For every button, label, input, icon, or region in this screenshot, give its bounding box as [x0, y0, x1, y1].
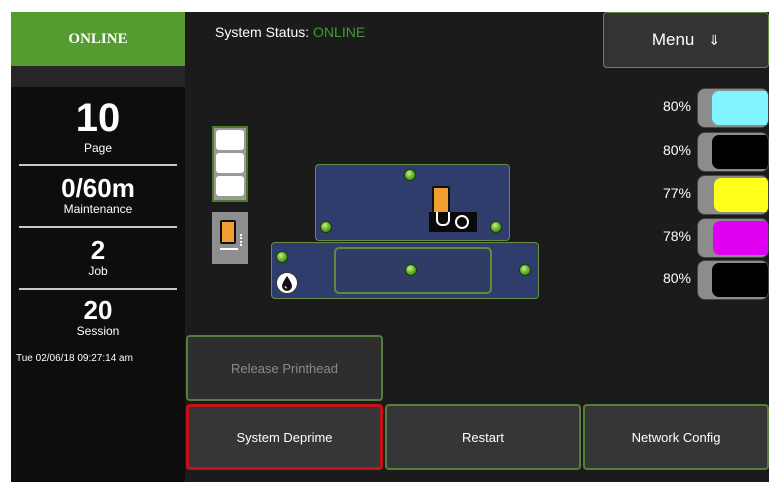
ink-drop-icon[interactable] [276, 272, 298, 294]
page-count-label: Page [83, 141, 113, 155]
ink-level-percent: 80% [662, 142, 691, 158]
ink-level-fill [714, 178, 768, 212]
ink-level-fill [712, 263, 768, 297]
system-status-label: System Status: [215, 24, 310, 40]
timestamp: Tue 02/06/18 09:27:14 am [16, 353, 133, 364]
sidebar: ONLINE 10 Page 0/60m Maintenance 2 Job 2… [11, 12, 185, 482]
ink-level-row: 80% [641, 132, 769, 172]
job-stat: 2 Job [11, 237, 185, 278]
ink-level-row: 80% [641, 88, 769, 128]
ink-level-fill [712, 135, 768, 169]
cap-o-icon [455, 215, 469, 229]
sensor-dot [490, 221, 502, 233]
page-count-stat: 10 Page [11, 98, 185, 155]
divider [19, 164, 177, 166]
online-banner: ONLINE [11, 12, 185, 66]
ink-level-bar[interactable] [697, 218, 769, 258]
system-status-value: ONLINE [313, 24, 366, 40]
printer-control-screen: ONLINE 10 Page 0/60m Maintenance 2 Job 2… [11, 12, 769, 482]
session-value: 20 [83, 295, 113, 325]
sensor-dot [276, 251, 288, 263]
menu-button[interactable]: Menu ⇓ [603, 12, 769, 68]
menu-label: Menu [651, 30, 695, 49]
ink-level-fill [713, 221, 768, 255]
ink-level-bar[interactable] [697, 88, 769, 128]
tray-slot [216, 130, 244, 150]
restart-button[interactable]: Restart [385, 404, 581, 470]
job-label: Job [88, 264, 108, 278]
ink-level-bar[interactable] [697, 260, 769, 300]
ink-level-bar[interactable] [697, 175, 769, 215]
printhead-carriage[interactable] [315, 164, 510, 241]
sensor-dot [320, 221, 332, 233]
cap-u-icon [436, 212, 450, 226]
ink-level-percent: 77% [662, 185, 691, 201]
ink-level-row: 77% [641, 175, 769, 215]
ink-level-fill [712, 91, 768, 125]
cartridge-base [220, 248, 238, 250]
tray-slot [216, 176, 244, 196]
ink-level-percent: 80% [662, 270, 691, 286]
system-status: System Status: ONLINE [215, 24, 365, 40]
maintenance-value: 0/60m [61, 173, 135, 203]
cartridge-holder[interactable] [212, 212, 248, 264]
cartridge-dots [240, 234, 244, 246]
down-arrow-icon: ⇓ [708, 31, 721, 48]
session-label: Session [76, 324, 120, 338]
ink-level-row: 80% [641, 260, 769, 300]
divider [19, 226, 177, 228]
ink-level-row: 78% [641, 218, 769, 258]
system-deprime-button[interactable]: System Deprime [186, 404, 383, 470]
paper-tray[interactable] [212, 126, 248, 202]
printhead-cap [429, 212, 477, 232]
divider [19, 288, 177, 290]
cartridge-icon [220, 220, 236, 244]
network-config-button[interactable]: Network Config [583, 404, 769, 470]
ink-level-percent: 78% [662, 228, 691, 244]
printer-base[interactable] [271, 242, 539, 299]
maintenance-label: Maintenance [63, 202, 133, 216]
tray-slot [216, 153, 244, 173]
page-count-value: 10 [75, 96, 121, 140]
release-printhead-button[interactable]: Release Printhead [186, 335, 383, 401]
banner-strip [11, 66, 185, 87]
session-stat: 20 Session [11, 297, 185, 338]
ink-level-bar[interactable] [697, 132, 769, 172]
sensor-dot [404, 169, 416, 181]
ink-level-percent: 80% [662, 98, 691, 114]
sensor-dot [519, 264, 531, 276]
sensor-dot [405, 264, 417, 276]
maintenance-stat: 0/60m Maintenance [11, 175, 185, 216]
job-value: 2 [90, 235, 106, 265]
